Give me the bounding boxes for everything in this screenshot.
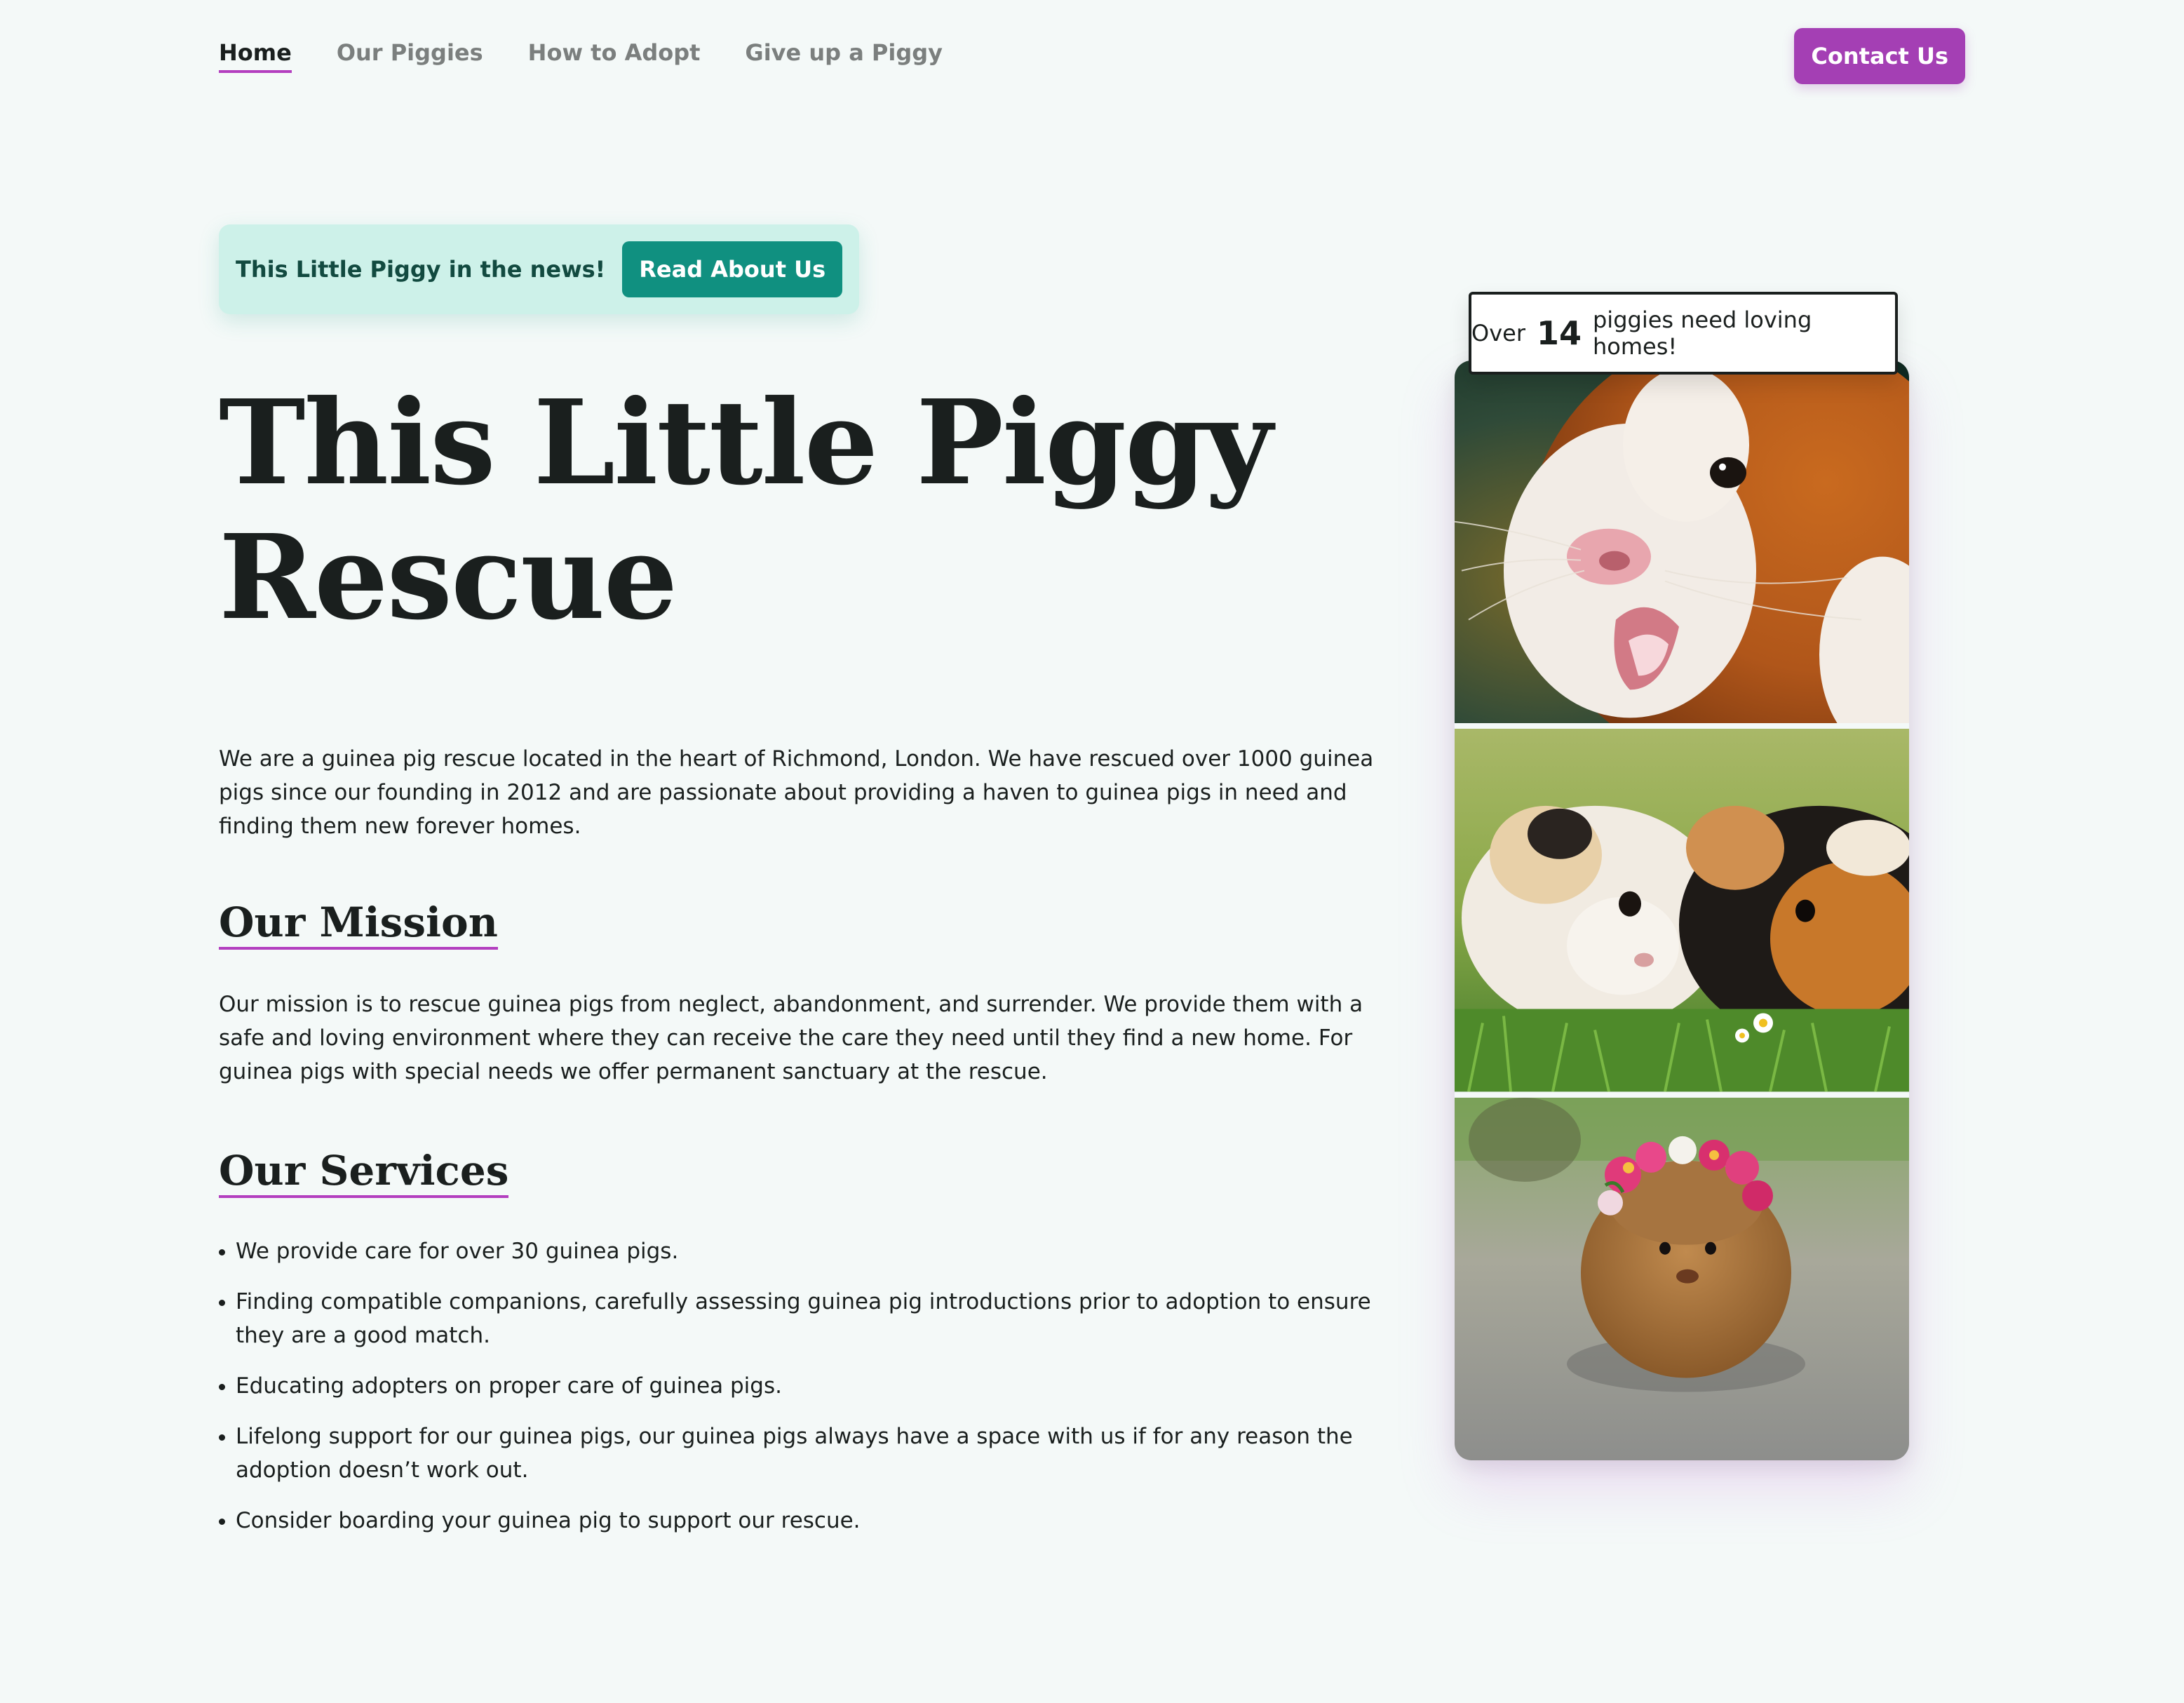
page-title-line-2: Rescue xyxy=(219,509,678,646)
badge-suffix-text: piggies need loving homes! xyxy=(1592,307,1812,360)
mission-heading: Our Mission xyxy=(219,899,498,950)
nav-link-how-to-adopt[interactable]: How to Adopt xyxy=(528,39,701,73)
piggies-count-badge: Over 14 piggies need loving homes! xyxy=(1469,292,1898,375)
badge-prefix-text: Over xyxy=(1471,320,1525,346)
nav-link-give-up-a-piggy[interactable]: Give up a Piggy xyxy=(745,39,943,73)
page-title: This Little Piggy Rescue xyxy=(219,376,1411,645)
service-item: We provide care for over 30 guinea pigs. xyxy=(219,1234,1389,1268)
news-banner: This Little Piggy in the news! Read Abou… xyxy=(219,224,860,314)
intro-paragraph: We are a guinea pig rescue located in th… xyxy=(219,746,1374,839)
services-list: We provide care for over 30 guinea pigs.… xyxy=(219,1234,1389,1537)
services-heading: Our Services xyxy=(219,1147,509,1198)
read-about-us-button[interactable]: Read About Us xyxy=(622,241,843,297)
service-item: Lifelong support for our guinea pigs, ou… xyxy=(219,1420,1389,1487)
news-banner-text: This Little Piggy in the news! xyxy=(236,256,606,283)
service-item: Finding compatible companions, carefully… xyxy=(219,1285,1389,1352)
guinea-pig-flower-crown-photo xyxy=(1455,1097,1909,1460)
two-guinea-pigs-grass-photo xyxy=(1455,729,1909,1092)
mission-paragraph: Our mission is to rescue guinea pigs fro… xyxy=(219,992,1363,1084)
nav-link-home[interactable]: Home xyxy=(219,39,292,73)
page-title-line-1: This Little Piggy xyxy=(219,375,1273,511)
main-content: We are a guinea pig rescue located in th… xyxy=(219,742,1389,1554)
contact-us-button[interactable]: Contact Us xyxy=(1794,28,1965,84)
service-item: Consider boarding your guinea pig to sup… xyxy=(219,1504,1389,1537)
nav-links: Home Our Piggies How to Adopt Give up a … xyxy=(219,39,943,73)
badge-count: 14 xyxy=(1536,314,1582,352)
service-item: Educating adopters on proper care of gui… xyxy=(219,1369,1389,1403)
guinea-pig-closeup-photo xyxy=(1455,361,1909,724)
top-nav: Home Our Piggies How to Adopt Give up a … xyxy=(219,28,1965,84)
guinea-pig-gallery xyxy=(1455,361,1909,1460)
nav-link-our-piggies[interactable]: Our Piggies xyxy=(337,39,483,73)
